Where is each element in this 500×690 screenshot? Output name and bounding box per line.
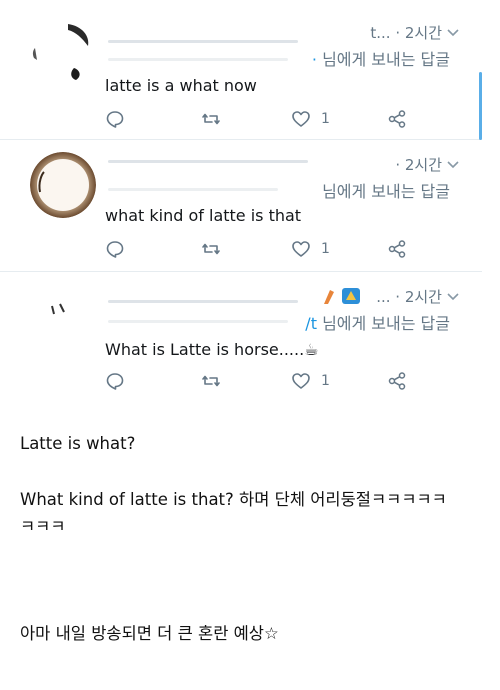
blurred-username [108, 160, 308, 163]
like-icon [292, 373, 310, 389]
retweet-icon [202, 375, 220, 387]
like-count: 1 [321, 111, 330, 127]
scrollbar[interactable] [479, 72, 482, 140]
share-button[interactable] [387, 238, 407, 260]
avatar[interactable] [30, 284, 96, 350]
screen: t... · 2시간 · 님에게 보내는 답글 latte is a what … [0, 0, 500, 690]
reply-suffix: 님에게 보내는 답글 [322, 50, 450, 69]
retweet-icon [202, 243, 220, 255]
like-count: 1 [321, 373, 330, 389]
reply-icon [106, 241, 124, 258]
tweet-text: what kind of latte is that [105, 206, 302, 225]
blurred-username [108, 300, 298, 303]
reply-handle[interactable]: /t [305, 314, 317, 333]
caption-line-2: What kind of latte is that? 하며 단체 어리둥절ㅋㅋ… [20, 490, 447, 509]
reply-to-label: /t 님에게 보내는 답글 [305, 310, 450, 334]
retweet-button[interactable] [201, 238, 221, 260]
tweet-reply-2[interactable]: · 2시간 님에게 보내는 답글 what kind of latte is t… [0, 140, 482, 272]
tweet-actions: 1 [105, 238, 415, 260]
tweet-meta: ... · 2시간 [376, 288, 442, 306]
caption-line-3: ㅋㅋㅋ [20, 517, 66, 536]
tweet-reply-3[interactable]: ... · 2시간 /t 님에게 보내는 답글 What is Latte is… [0, 272, 482, 402]
chevron-down-icon[interactable] [446, 290, 460, 304]
like-count: 1 [321, 241, 330, 257]
tweet-meta: t... · 2시간 [370, 24, 442, 42]
tweet-text: What is Latte is horse.....☕ [105, 340, 319, 359]
reply-suffix: 님에게 보내는 답글 [322, 314, 450, 333]
reply-to-label: 님에게 보내는 답글 [322, 178, 450, 202]
reply-icon [106, 111, 124, 128]
avatar[interactable] [30, 20, 96, 86]
blurred-handle [108, 58, 288, 61]
reply-button[interactable] [105, 108, 125, 130]
reply-handle[interactable]: · [312, 50, 317, 69]
caption-line-1: Latte is what? [20, 434, 136, 453]
tweet-reply-1[interactable]: t... · 2시간 · 님에게 보내는 답글 latte is a what … [0, 0, 482, 140]
share-icon [388, 240, 406, 258]
tweet-actions: 1 [105, 370, 415, 392]
emoji-badges-icon [324, 288, 360, 304]
blurred-handle [108, 320, 288, 323]
reply-to-label: · 님에게 보내는 답글 [312, 46, 450, 70]
reply-button[interactable] [105, 370, 125, 392]
chevron-down-icon[interactable] [446, 158, 460, 172]
reply-button[interactable] [105, 238, 125, 260]
retweet-button[interactable] [201, 108, 221, 130]
blurred-handle [108, 188, 278, 191]
chevron-down-icon[interactable] [446, 26, 460, 40]
like-button[interactable]: 1 [291, 108, 330, 130]
share-button[interactable] [387, 370, 407, 392]
tweet-meta: · 2시간 [395, 156, 442, 174]
like-button[interactable]: 1 [291, 370, 330, 392]
reply-icon [106, 373, 124, 390]
caption-line-4: 아마 내일 방송되면 더 큰 혼란 예상☆ [20, 624, 279, 643]
share-icon [388, 372, 406, 390]
reply-suffix: 님에게 보내는 답글 [322, 182, 450, 201]
share-button[interactable] [387, 108, 407, 130]
like-icon [292, 241, 310, 257]
tweet-text: latte is a what now [105, 76, 257, 95]
share-icon [388, 110, 406, 128]
avatar[interactable] [30, 152, 96, 218]
like-icon [292, 111, 310, 127]
like-button[interactable]: 1 [291, 238, 330, 260]
retweet-icon [202, 113, 220, 125]
blurred-username [108, 40, 298, 43]
retweet-button[interactable] [201, 370, 221, 392]
tweet-actions: 1 [105, 108, 415, 130]
